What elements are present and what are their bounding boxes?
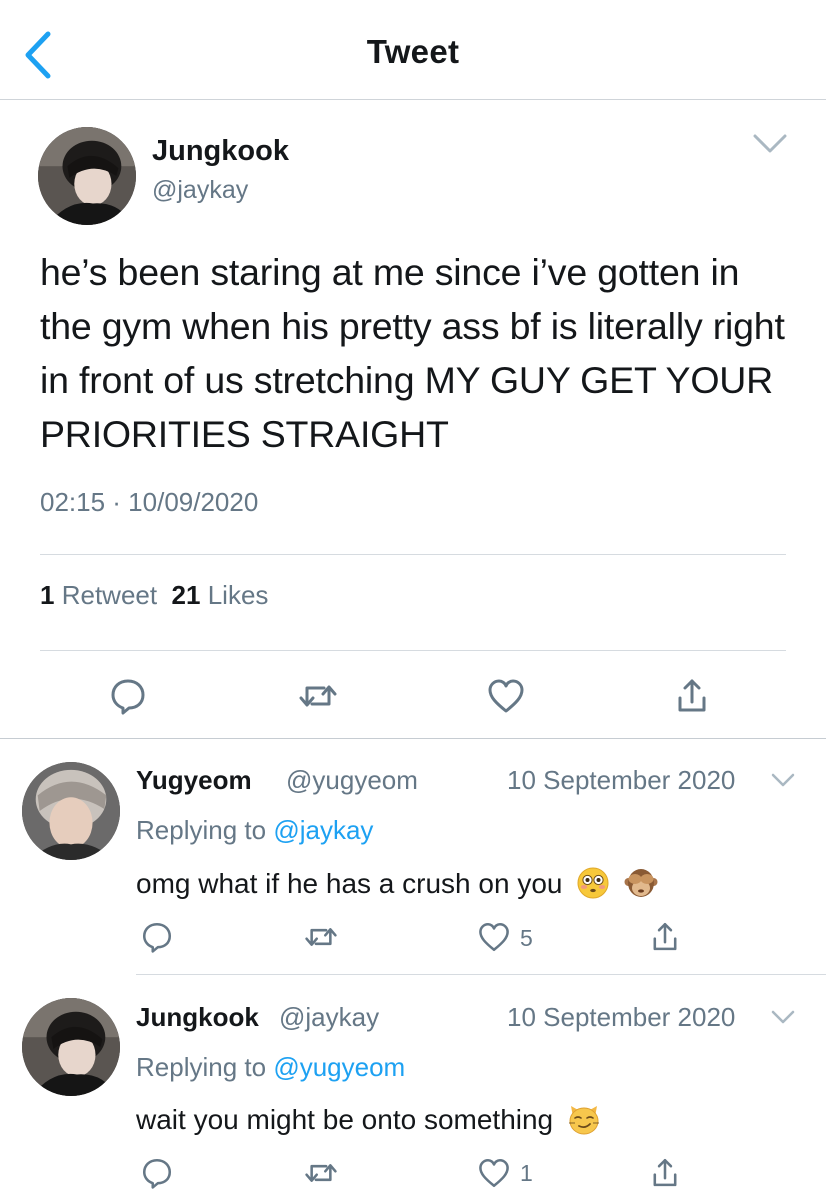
reply-author-name[interactable]: Jungkook [136,1002,259,1033]
like-button[interactable] [477,1156,511,1190]
chevron-down-icon [771,1010,795,1024]
like-button[interactable] [486,676,526,716]
retweet-button[interactable] [304,920,338,954]
heart-icon [479,922,509,952]
tweet-text: he’s been staring at me since i’ve gotte… [40,251,785,455]
mention-link[interactable]: @yugyeom [273,1052,405,1082]
share-button[interactable] [648,920,682,954]
reply-icon [142,922,172,953]
like-label: Likes [207,580,269,610]
reply-button[interactable] [140,1156,174,1190]
divider [40,650,786,651]
like-count: 5 [520,925,533,951]
avatar[interactable] [22,998,120,1096]
like-button[interactable] [477,920,511,954]
share-button[interactable] [672,676,712,716]
avatar[interactable] [22,762,120,860]
see-no-evil-monkey-emoji [624,866,658,900]
smirking-cat-emoji [567,1102,601,1136]
flushed-face-emoji [576,866,610,900]
replying-to: Replying to @yugyeom [136,1052,405,1083]
page-title: Tweet [366,33,460,70]
reply-icon [111,679,145,715]
tweet-menu-button[interactable] [752,132,788,156]
reply-author-handle[interactable]: @jaykay [279,1002,379,1033]
retweet-stat[interactable]: 1 Retweet [40,580,157,610]
reply-text-line: omg what if he has a crush on you [136,866,658,900]
retweet-label: Retweet [61,580,158,610]
reply-author-name[interactable]: Yugyeom [136,765,252,796]
reply-button[interactable] [140,920,174,954]
chevron-down-icon [753,134,787,153]
replying-prefix: Replying to [136,815,274,845]
author-handle[interactable]: @jaykay [152,176,248,205]
tweet-detail-screen: Tweet Jungkook @jaykay he’s been staring… [0,0,826,1200]
retweet-button[interactable] [304,1156,338,1190]
reply-author-handle[interactable]: @yugyeom [286,765,418,796]
share-icon [678,679,706,712]
reply-date: 10 September 2020 [507,1002,736,1032]
retweet-count: 1 [40,580,55,610]
retweet-button[interactable] [298,676,338,716]
reply-menu-button[interactable] [770,772,796,790]
share-icon [653,922,677,951]
retweet-icon [305,1164,337,1182]
replying-prefix: Replying to [136,1052,274,1082]
like-count: 1 [520,1160,533,1186]
share-button[interactable] [648,1156,682,1190]
like-stat[interactable]: 21 Likes [172,580,269,610]
reply-icon [142,1158,172,1189]
heart-icon [488,679,524,713]
divider [0,738,826,739]
avatar-photo [22,762,120,860]
reply-text-line: wait you might be onto something [136,1102,601,1136]
share-icon [653,1158,677,1187]
navigation-bar: Tweet [0,0,826,100]
reply-button[interactable] [108,676,148,716]
chevron-down-icon [771,773,795,787]
retweet-icon [305,928,337,946]
mention-link[interactable]: @jaykay [273,815,373,845]
avatar[interactable] [38,127,136,225]
replying-to: Replying to @jaykay [136,815,373,846]
tweet-timestamp: 02:15 · 10/09/2020 [40,487,259,517]
reply-date: 10 September 2020 [507,765,736,795]
author-name[interactable]: Jungkook [152,135,289,168]
reply-text: omg what if he has a crush on you [136,868,563,899]
like-count: 21 [171,580,201,610]
retweet-icon [299,685,337,707]
reply-text: wait you might be onto something [136,1104,554,1135]
avatar-photo [38,127,136,225]
divider [136,974,826,975]
reply-menu-button[interactable] [770,1009,796,1027]
divider [40,554,786,555]
heart-icon [479,1158,509,1188]
avatar-photo [22,998,120,1096]
tweet-stats: 1 Retweet 21 Likes [40,580,268,611]
